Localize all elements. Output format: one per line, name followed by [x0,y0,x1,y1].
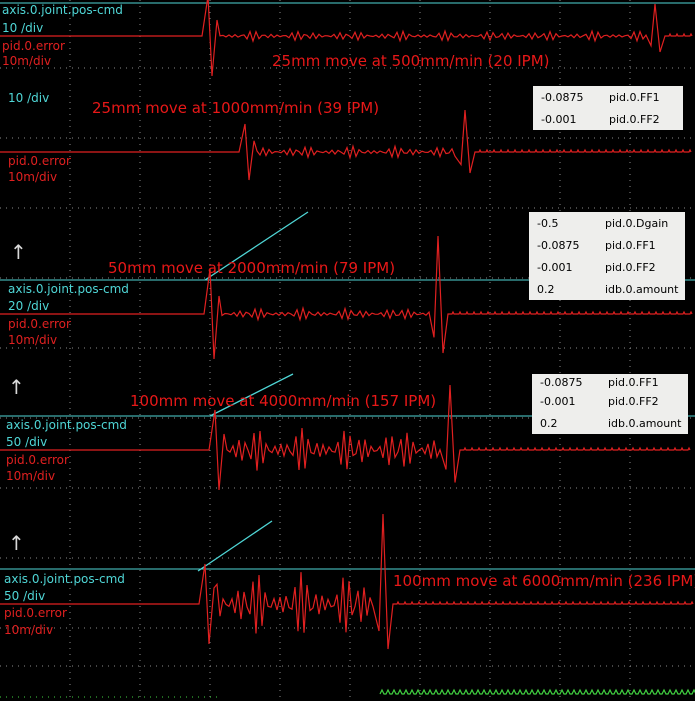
param-name: pid.0.Dgain [605,216,669,230]
panel-title-1: 25mm move at 500mm/min (20 IPM) [272,52,550,70]
param-name: pid.0.FF1 [609,90,660,104]
panel-title-3: 50mm move at 2000mm/min (79 IPM) [108,259,396,277]
param-row: -0.001 pid.0.FF2 [533,108,683,130]
trigger-arrow-icon: ↑ [10,240,27,264]
cmd-scale-3: 20 /div [8,299,50,313]
extra-trace [379,688,695,695]
param-name: pid.0.FF2 [605,260,656,274]
cmd-scale-5: 50 /div [4,589,46,603]
err-scale-1: 10m/div [2,54,52,68]
err-label-2: pid.0.error [8,154,71,168]
param-value: 0.2 [540,416,558,430]
param-value: 0.2 [537,282,555,296]
cmd-scale-4: 50 /div [6,435,48,449]
param-row: -0.0875 pid.0.FF1 [533,86,683,108]
cmd-scale-1: 10 /div [2,21,44,35]
command-ramp [197,520,273,572]
param-row: -0.0875 pid.0.FF1 [529,234,685,256]
err-label-4: pid.0.error [6,453,69,467]
param-name: pid.0.FF2 [609,112,660,126]
param-row: 0.2 idb.0.amount [532,412,688,434]
param-name: idb.0.amount [605,282,679,296]
param-value: -0.0875 [540,375,583,389]
param-value: -0.0875 [537,238,580,252]
cmd-label-5: axis.0.joint.pos-cmd [4,572,125,586]
err-label-5: pid.0.error [4,606,67,620]
param-box-4: -0.0875 pid.0.FF1 -0.001 pid.0.FF2 0.2 idb.… [532,374,688,434]
param-row: -0.0875 pid.0.FF1 [532,374,688,390]
err-label-1: pid.0.error [2,39,65,53]
param-name: pid.0.FF2 [608,394,659,408]
param-value: -0.001 [537,260,573,274]
cmd-label-1: axis.0.joint.pos-cmd [2,3,123,17]
param-box-3: -0.5 pid.0.Dgain -0.0875 pid.0.FF1 -0.001 p… [529,212,685,300]
err-scale-5: 10m/div [4,623,54,637]
err-scale-3: 10m/div [8,333,58,347]
param-name: idb.0.amount [608,416,682,430]
param-row: -0.5 pid.0.Dgain [529,212,685,234]
err-scale-2: 10m/div [8,170,58,184]
panel-title-5: 100mm move at 6000mm/min (236 IPM) [393,572,695,590]
err-scale-4: 10m/div [6,469,56,483]
param-value: -0.5 [537,216,559,230]
cmd-scale-2: 10 /div [8,91,50,105]
param-row: -0.001 pid.0.FF2 [532,390,688,412]
panel-title-4: 100mm move at 4000mm/min (157 IPM) [130,392,437,410]
param-box-2: -0.0875 pid.0.FF1 -0.001 pid.0.FF2 [533,86,683,130]
cmd-label-4: axis.0.joint.pos-cmd [6,418,127,432]
param-row: -0.001 pid.0.FF2 [529,256,685,278]
cmd-label-3: axis.0.joint.pos-cmd [8,282,129,296]
param-name: pid.0.FF1 [605,238,656,252]
trigger-arrow-icon: ↑ [8,375,25,399]
err-label-3: pid.0.error [8,317,71,331]
param-value: -0.001 [541,112,577,126]
trigger-arrow-icon: ↑ [8,531,25,555]
param-value: -0.001 [540,394,576,408]
param-name: pid.0.FF1 [608,375,659,389]
param-row: 0.2 idb.0.amount [529,278,685,300]
param-value: -0.0875 [541,90,584,104]
panel-title-2: 25mm move at 1000mm/min (39 IPM) [92,99,380,117]
